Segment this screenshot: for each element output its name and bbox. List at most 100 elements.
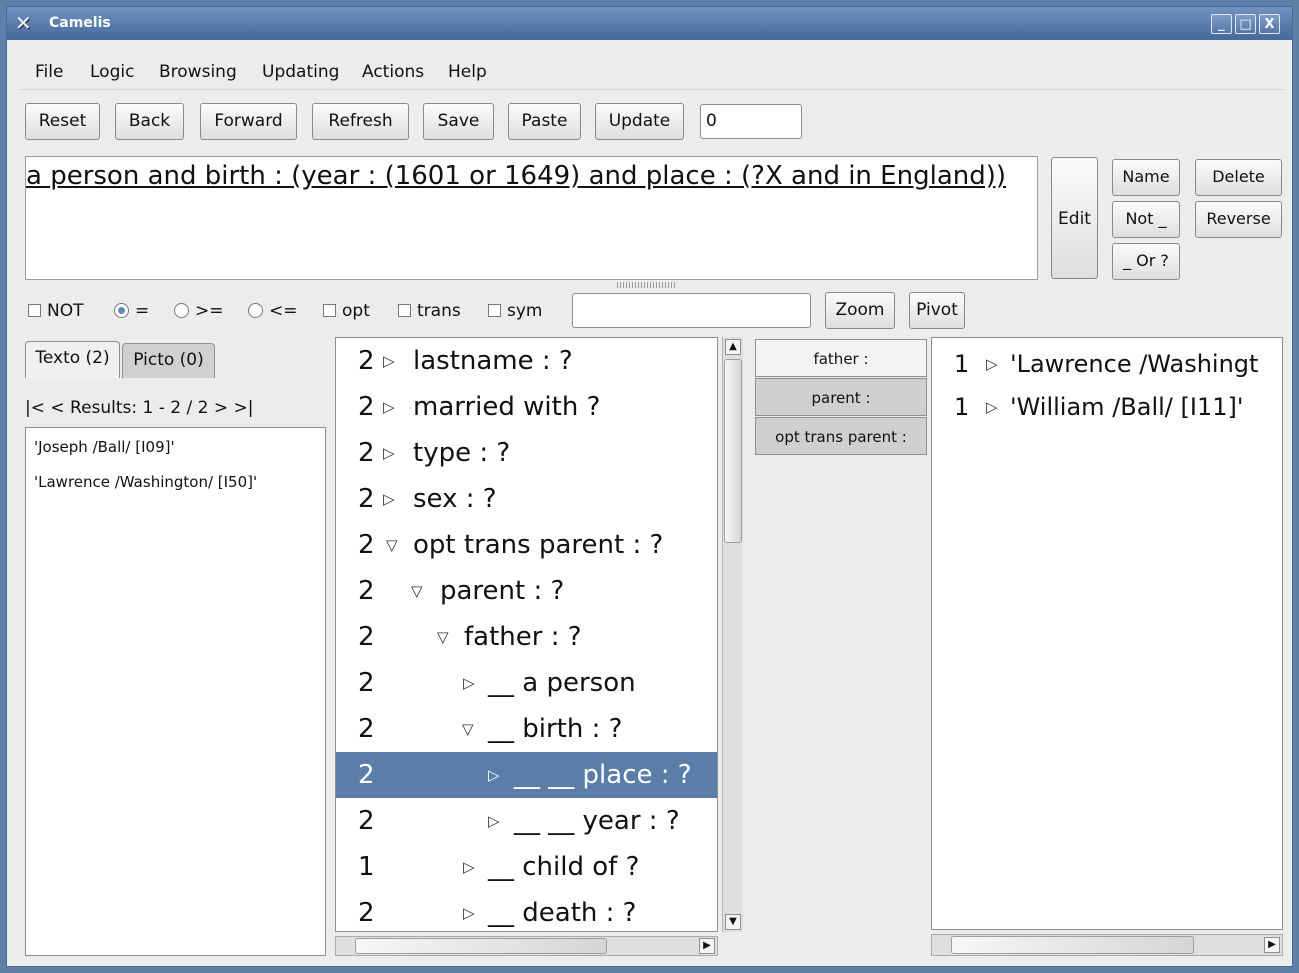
menu-logic[interactable]: Logic (90, 62, 134, 82)
save-button[interactable]: Save (423, 103, 494, 140)
checkbox-icon[interactable] (323, 304, 336, 317)
expand-triangle-icon[interactable]: ▷ (488, 798, 500, 844)
radio-icon[interactable] (248, 303, 263, 318)
reverse-button[interactable]: Reverse (1195, 201, 1282, 238)
expand-triangle-icon[interactable]: ▷ (463, 844, 475, 890)
value-row[interactable]: 1 ▷ 'Lawrence /Washingt (954, 345, 1282, 383)
scroll-right-icon[interactable]: ▶ (699, 938, 715, 954)
edit-button[interactable]: Edit (1051, 157, 1098, 279)
result-item[interactable]: 'Lawrence /Washington/ [I50]' (34, 473, 257, 491)
scroll-thumb[interactable] (951, 936, 1194, 954)
collapse-triangle-icon[interactable]: ▽ (437, 614, 449, 660)
title-bar: ✕ Camelis _ □ X (7, 7, 1292, 40)
tab-picto[interactable]: Picto (0) (122, 343, 215, 378)
tree-label: type : ? (413, 438, 511, 468)
checkbox-icon[interactable] (398, 304, 411, 317)
not-checkbox[interactable]: NOT (28, 299, 83, 323)
expand-triangle-icon[interactable]: ▷ (383, 430, 395, 476)
tree-row[interactable]: 2 ▷ __ __ place : ? (336, 752, 717, 798)
radio-selected-icon[interactable] (114, 303, 129, 318)
tree-row[interactable]: 2 ▽ __ birth : ? (336, 706, 717, 752)
value-list: 1 ▷ 'Lawrence /Washingt 1 ▷ 'William /Ba… (931, 337, 1283, 930)
back-button[interactable]: Back (115, 103, 184, 140)
menu-actions[interactable]: Actions (362, 62, 424, 82)
eq-radio[interactable]: = (114, 299, 149, 323)
tree-vertical-scrollbar[interactable]: ▲ ▼ (722, 337, 743, 932)
scroll-thumb[interactable] (355, 938, 607, 954)
tree-count: 2 (358, 622, 375, 652)
paste-button[interactable]: Paste (508, 103, 581, 140)
scroll-down-icon[interactable]: ▼ (725, 914, 741, 930)
expand-triangle-icon[interactable]: ▷ (383, 476, 395, 522)
collapse-triangle-icon[interactable]: ▽ (462, 706, 474, 752)
tree-row[interactable]: 2 ▷ lastname : ? (336, 338, 717, 384)
query-editor[interactable]: a person and birth : (year : (1601 or 16… (25, 156, 1038, 280)
expand-triangle-icon[interactable]: ▷ (383, 384, 395, 430)
not-button[interactable]: Not _ (1112, 201, 1180, 238)
role-button[interactable]: father : (755, 339, 927, 377)
tree-horizontal-scrollbar[interactable]: ▶ (335, 936, 718, 956)
or-button[interactable]: _ Or ? (1112, 243, 1180, 280)
search-input[interactable] (572, 293, 811, 328)
menu-help[interactable]: Help (448, 62, 487, 82)
tree-row[interactable]: 2 ▽ opt trans parent : ? (336, 522, 717, 568)
ge-radio[interactable]: >= (174, 299, 224, 323)
scroll-right-icon[interactable]: ▶ (1264, 937, 1280, 953)
sym-checkbox[interactable]: sym (488, 299, 542, 323)
resize-grip[interactable] (617, 282, 677, 288)
trans-checkbox[interactable]: trans (398, 299, 461, 323)
tree-row[interactable]: 2 ▷ married with ? (336, 384, 717, 430)
tree-count: 2 (358, 806, 375, 836)
update-button[interactable]: Update (595, 103, 684, 140)
radio-icon[interactable] (174, 303, 189, 318)
opt-checkbox[interactable]: opt (323, 299, 370, 323)
value-row[interactable]: 1 ▷ 'William /Ball/ [I11]' (954, 388, 1282, 426)
tree-row[interactable]: 2 ▽ parent : ? (336, 568, 717, 614)
forward-button[interactable]: Forward (200, 103, 297, 140)
refresh-button[interactable]: Refresh (312, 103, 409, 140)
tree-row[interactable]: 1 ▷ __ child of ? (336, 844, 717, 890)
close-button[interactable]: X (1259, 14, 1280, 34)
menu-browsing[interactable]: Browsing (159, 62, 237, 82)
expand-triangle-icon[interactable]: ▷ (986, 345, 998, 383)
tree-row[interactable]: 2 ▽ father : ? (336, 614, 717, 660)
expand-triangle-icon[interactable]: ▷ (986, 388, 998, 426)
tab-texto[interactable]: Texto (2) (25, 341, 120, 378)
minimize-button[interactable]: _ (1211, 14, 1232, 34)
tree-row[interactable]: 2 ▷ type : ? (336, 430, 717, 476)
name-button[interactable]: Name (1112, 159, 1180, 196)
checkbox-icon[interactable] (488, 304, 501, 317)
checkbox-icon[interactable] (28, 304, 41, 317)
tree-row[interactable]: 2 ▷ __ death : ? (336, 890, 717, 931)
role-button[interactable]: parent : (755, 378, 927, 416)
tree-label: married with ? (413, 392, 601, 422)
collapse-triangle-icon[interactable]: ▽ (386, 522, 398, 568)
result-item[interactable]: 'Joseph /Ball/ [I09]' (34, 438, 175, 456)
tree-row[interactable]: 2 ▷ sex : ? (336, 476, 717, 522)
update-value-field[interactable]: 0 (700, 104, 802, 139)
expand-triangle-icon[interactable]: ▷ (463, 890, 475, 931)
menu-updating[interactable]: Updating (262, 62, 339, 82)
role-button[interactable]: opt trans parent : (755, 417, 927, 455)
x-icon: ✕ (15, 11, 32, 35)
tree-label: __ __ place : ? (514, 760, 692, 790)
pivot-button[interactable]: Pivot (909, 292, 965, 329)
expand-triangle-icon[interactable]: ▷ (383, 338, 395, 384)
tree-label: __ child of ? (488, 852, 640, 882)
tree-label: parent : ? (440, 576, 565, 606)
tree-row[interactable]: 2 ▷ __ __ year : ? (336, 798, 717, 844)
value-horizontal-scrollbar[interactable]: ▶ (931, 934, 1283, 956)
expand-triangle-icon[interactable]: ▷ (488, 752, 500, 798)
scroll-thumb[interactable] (724, 359, 742, 543)
zoom-button[interactable]: Zoom (825, 292, 895, 329)
le-radio[interactable]: <= (248, 299, 298, 323)
maximize-button[interactable]: □ (1235, 14, 1256, 34)
delete-button[interactable]: Delete (1195, 159, 1282, 196)
scroll-up-icon[interactable]: ▲ (725, 339, 741, 355)
collapse-triangle-icon[interactable]: ▽ (411, 568, 423, 614)
menu-file[interactable]: File (35, 62, 63, 82)
app-window: ✕ Camelis _ □ X File Logic Browsing Upda… (6, 6, 1293, 967)
reset-button[interactable]: Reset (25, 103, 100, 140)
expand-triangle-icon[interactable]: ▷ (463, 660, 475, 706)
tree-row[interactable]: 2 ▷ __ a person (336, 660, 717, 706)
